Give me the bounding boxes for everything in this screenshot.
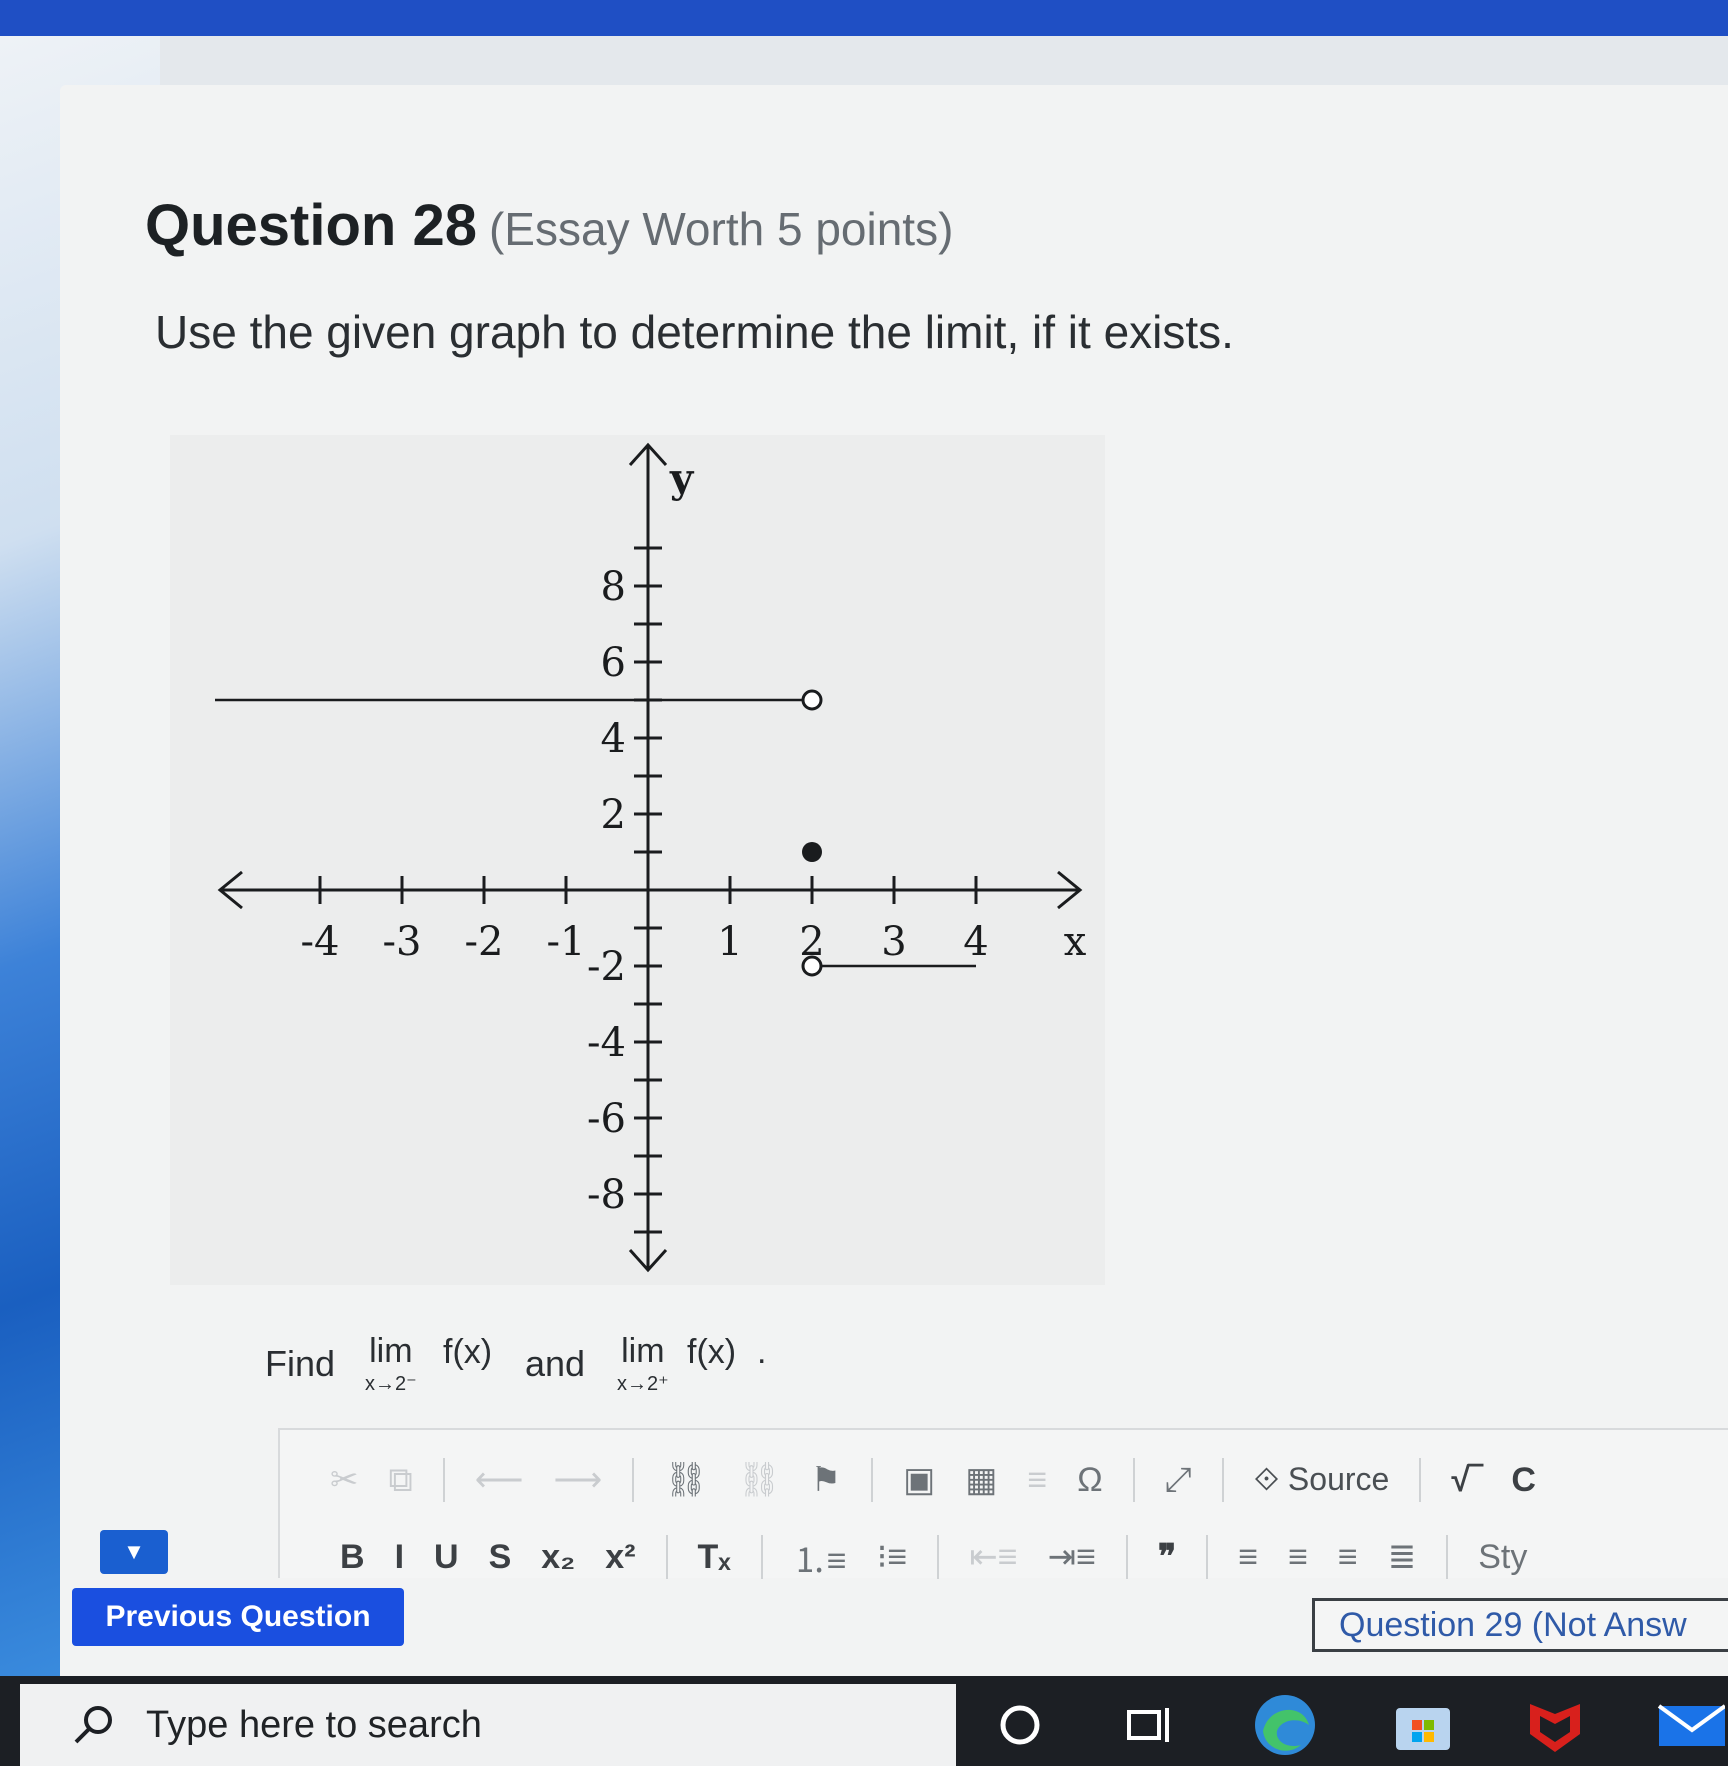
link-icon[interactable]: ⛓ xyxy=(664,1460,707,1500)
x-tick-label: 4 xyxy=(963,919,988,965)
align-center-icon[interactable]: ≡ xyxy=(1288,1538,1308,1577)
chemistry-icon[interactable]: C xyxy=(1511,1461,1536,1500)
subscript-button[interactable]: x₂ xyxy=(541,1538,575,1577)
y-axis-label: y xyxy=(669,455,695,502)
justify-icon[interactable]: ≣ xyxy=(1388,1537,1417,1577)
browser-top-bar xyxy=(0,0,1728,36)
question-meta: (Essay Worth 5 points) xyxy=(488,203,954,255)
find-period: . xyxy=(757,1333,767,1371)
filled-point xyxy=(802,842,822,862)
x-tick-label: -3 xyxy=(383,919,422,965)
numbered-list-icon[interactable]: ⒈≡ xyxy=(793,1533,847,1582)
toolbar-separator xyxy=(1419,1458,1422,1502)
store-icon[interactable] xyxy=(1388,1690,1458,1760)
right-limit: lim x→2⁺ xyxy=(617,1333,669,1395)
x-tick-label: -4 xyxy=(301,919,340,965)
toolbar-separator xyxy=(937,1535,940,1579)
undo-icon[interactable]: ⟵ xyxy=(475,1460,524,1500)
editor-toolbar-format: B I U Sx₂ x² Tₓ ⒈≡ ⁝≡ ⇤≡ ⇥≡ ❞ ≡ ≡ ≡ ≣ Sty xyxy=(340,1525,1557,1589)
cut-icon[interactable]: ✂ xyxy=(330,1460,359,1500)
toolbar-separator xyxy=(1132,1458,1135,1502)
mcafee-icon[interactable] xyxy=(1520,1690,1590,1760)
x-tick-label: 1 xyxy=(717,919,742,965)
math-icon[interactable]: √‾ xyxy=(1451,1461,1481,1500)
y-tick-label: 6 xyxy=(601,640,626,686)
toolbar-separator xyxy=(442,1458,445,1502)
y-tick-label: 4 xyxy=(601,716,626,762)
collapse-button[interactable]: ▼ xyxy=(100,1530,168,1574)
y-tick-label: 2 xyxy=(601,792,626,838)
question-title: Question 28 xyxy=(145,193,477,258)
bold-button[interactable]: B xyxy=(340,1538,365,1577)
question-header: Question 28 (Essay Worth 5 points) xyxy=(145,192,953,259)
left-limit: lim x→2⁻ xyxy=(365,1333,417,1395)
y-tick-label: -4 xyxy=(587,1020,626,1066)
x-axis-label: x xyxy=(1064,919,1087,965)
question-prompt: Use the given graph to determine the lim… xyxy=(155,306,1234,358)
edge-icon[interactable] xyxy=(1250,1690,1320,1760)
unlink-icon[interactable]: ⛓ xyxy=(737,1460,780,1500)
strikethrough-button[interactable]: S xyxy=(489,1538,512,1577)
previous-question-button[interactable]: Previous Question xyxy=(72,1588,404,1646)
open-endpoint xyxy=(801,955,823,977)
taskbar-search[interactable]: Type here to search xyxy=(20,1684,956,1766)
copy-icon[interactable]: ⧉ xyxy=(389,1461,413,1500)
find-word: Find xyxy=(265,1343,336,1384)
limit-graph: -4 -3 -2 -1 1 2 3 48642-2-4-6-8yx xyxy=(215,442,1087,1273)
open-endpoint xyxy=(801,689,823,711)
remove-format-button[interactable]: Tₓ xyxy=(698,1538,731,1577)
cortana-icon[interactable] xyxy=(985,1690,1055,1760)
toolbar-separator xyxy=(1221,1458,1224,1502)
source-button[interactable]: ⟐ Source xyxy=(1254,1461,1390,1499)
editor-toolbar-top: ✂ ⧉ ⟵ ⟶ ⛓ ⛓ ⚑ ▣ ▦ ≡ Ω ⤢ ⟐ Source √‾ C xyxy=(330,1448,1566,1512)
right-lim-subscript: x→2⁺ xyxy=(617,1373,669,1395)
y-tick-label: 8 xyxy=(601,564,626,610)
toolbar-separator xyxy=(1125,1535,1128,1579)
bulleted-list-icon[interactable]: ⁝≡ xyxy=(877,1537,908,1577)
redo-icon[interactable]: ⟶ xyxy=(554,1460,603,1500)
indent-icon[interactable]: ⇥≡ xyxy=(1048,1537,1096,1577)
blockquote-icon[interactable]: ❞ xyxy=(1158,1537,1176,1577)
right-lim-word: lim xyxy=(621,1332,665,1370)
x-tick-label: -1 xyxy=(547,919,586,965)
next-question-button[interactable]: Question 29 (Not Answ xyxy=(1312,1598,1728,1652)
align-right-icon[interactable]: ≡ xyxy=(1338,1538,1358,1577)
outdent-icon[interactable]: ⇤≡ xyxy=(969,1537,1017,1577)
toolbar-separator xyxy=(665,1535,668,1579)
task-view-icon[interactable] xyxy=(1115,1690,1185,1760)
image-icon[interactable]: ▣ xyxy=(903,1460,935,1500)
right-fx: f(x) xyxy=(687,1333,737,1371)
left-lim-word: lim xyxy=(369,1332,413,1370)
search-placeholder: Type here to search xyxy=(146,1703,482,1746)
x-tick-label: 3 xyxy=(881,919,906,965)
and-word: and xyxy=(525,1343,586,1384)
underline-button[interactable]: U xyxy=(434,1538,459,1577)
search-icon xyxy=(74,1706,112,1744)
align-left-icon[interactable]: ≡ xyxy=(1238,1538,1258,1577)
italic-button[interactable]: I xyxy=(395,1538,404,1577)
toolbar-separator xyxy=(1446,1535,1449,1579)
styles-dropdown[interactable]: Sty xyxy=(1478,1538,1527,1577)
y-tick-label: -8 xyxy=(587,1172,626,1218)
horizontal-line-icon[interactable]: ≡ xyxy=(1027,1461,1047,1500)
left-fx: f(x) xyxy=(443,1333,493,1371)
toolbar-separator xyxy=(871,1458,874,1502)
toolbar-separator xyxy=(632,1458,635,1502)
table-icon[interactable]: ▦ xyxy=(965,1460,997,1500)
left-lim-subscript: x→2⁻ xyxy=(365,1373,417,1395)
anchor-flag-icon[interactable]: ⚑ xyxy=(811,1460,841,1500)
toolbar-separator xyxy=(1206,1535,1209,1579)
special-char-icon[interactable]: Ω xyxy=(1077,1461,1102,1500)
superscript-button[interactable]: x² xyxy=(605,1538,635,1577)
maximize-icon[interactable]: ⤢ xyxy=(1165,1461,1192,1500)
y-tick-label: -6 xyxy=(587,1096,626,1142)
toolbar-separator xyxy=(760,1535,763,1579)
y-tick-label: -2 xyxy=(587,944,626,990)
mail-icon[interactable] xyxy=(1655,1690,1725,1760)
x-tick-label: -2 xyxy=(465,919,504,965)
